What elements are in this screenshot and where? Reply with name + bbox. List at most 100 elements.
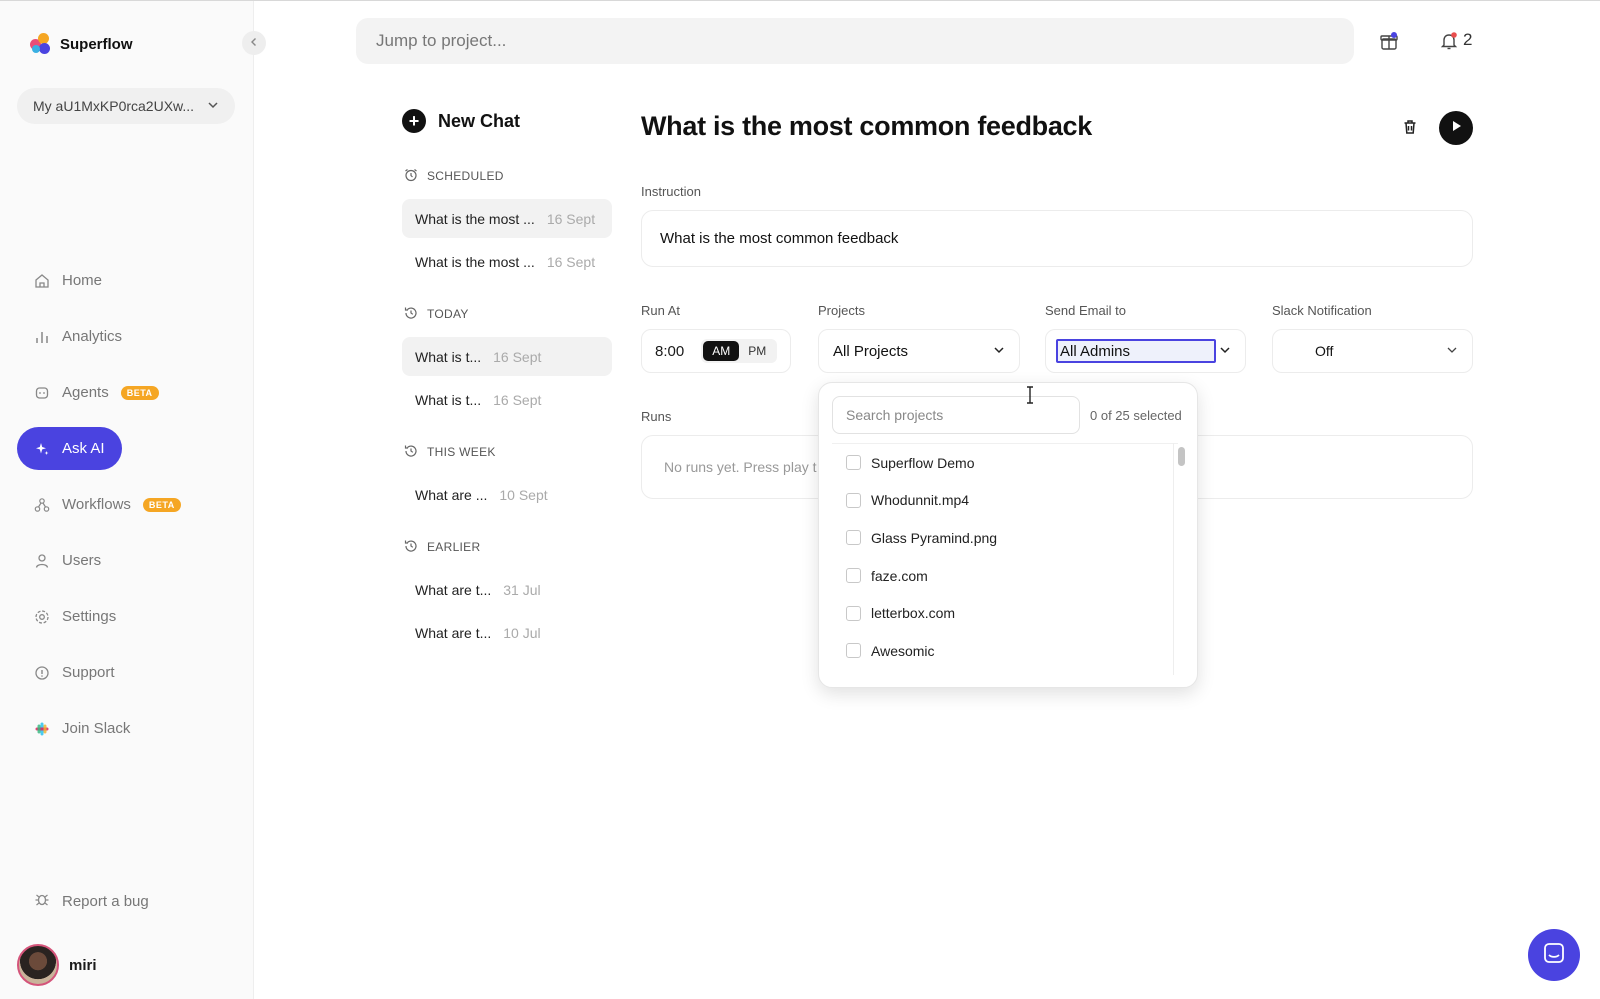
sparkle-icon [34,441,50,457]
user-profile[interactable]: miri [17,944,97,986]
history-icon [404,444,418,461]
project-option[interactable]: faze.com [832,557,1178,595]
email-select[interactable]: All Admins [1045,329,1246,373]
sidebar-item-analytics[interactable]: Analytics [17,315,237,358]
superflow-logo-icon [30,33,52,55]
chat-title: What are t... [415,624,492,641]
slack-notification-select[interactable]: Off [1272,329,1473,373]
project-option-label: Glass Pyramind.png [871,529,998,546]
sidebar-item-label: Users [62,552,102,569]
project-option-label: letterbox.com [871,605,956,622]
sidebar-item-label: Settings [62,608,117,625]
sidebar-item-join-slack[interactable]: Join Slack [17,707,237,750]
sidebar-item-ask-ai[interactable]: Ask AI [17,427,122,470]
checkbox[interactable] [846,643,861,659]
sidebar-item-workflows[interactable]: Workflows BETA [17,483,237,526]
projects-select[interactable]: All Projects [818,329,1020,373]
run-at-field[interactable]: 8:00 AM PM [641,329,791,373]
section-title: EARLIER [427,540,481,554]
chat-date: 10 Jul [503,624,541,641]
run-button[interactable] [1439,111,1473,145]
chat-date: 16 Sept [493,391,542,408]
project-option[interactable]: Awesomic [832,632,1178,670]
chat-item[interactable]: What are t... 31 Jul [402,570,612,609]
bell-icon[interactable] [1439,31,1459,51]
chat-date: 16 Sept [546,253,596,270]
sidebar-item-agents[interactable]: Agents BETA [17,371,237,414]
new-chat-button[interactable]: + New Chat [402,109,612,133]
section-scheduled: SCHEDULED [404,165,612,187]
beta-badge: BETA [142,497,181,512]
user-icon [34,553,50,569]
projects-value: All Projects [833,342,909,360]
chat-item[interactable]: What is the most ... 16 Sept [402,242,612,281]
chat-title: What are t... [415,581,492,598]
project-option[interactable]: letterbox.com [832,594,1178,632]
support-chat-button[interactable] [1528,929,1580,981]
checkbox[interactable] [846,455,861,471]
scrollbar-thumb[interactable] [1178,447,1185,466]
dropdown-scrollbar[interactable] [1173,443,1189,675]
section-today: TODAY [404,303,612,325]
chat-history-panel: + New Chat SCHEDULED What is the most ..… [402,109,612,652]
report-bug-link[interactable]: Report a bug [34,891,149,911]
user-name: miri [69,956,97,974]
run-at-label: Run At [641,303,681,318]
project-option[interactable]: Glass Pyramind.png [832,519,1178,557]
search-projects-input[interactable]: Search projects [832,396,1080,434]
workspace-name: My aU1MxKP0rca2UXw... [33,98,195,114]
email-recipient-input[interactable]: All Admins [1056,339,1216,363]
sidebar-nav: Home Analytics Agents BETA Ask AI Workfl… [17,259,237,763]
workspace-selector[interactable]: My aU1MxKP0rca2UXw... [17,88,235,124]
new-chat-label: New Chat [438,110,521,131]
chevron-down-icon [207,98,219,114]
sidebar-item-home[interactable]: Home [17,259,237,302]
chat-item[interactable]: What are ... 10 Sept [402,475,612,514]
chat-item[interactable]: What are t... 10 Jul [402,613,612,652]
checkbox[interactable] [846,492,861,508]
instruction-value: What is the most common feedback [660,230,899,247]
checkbox[interactable] [846,568,861,584]
project-search-input[interactable]: Jump to project... [356,18,1354,64]
workflow-icon [34,497,50,513]
chat-date: 16 Sept [546,210,596,227]
pm-option[interactable]: PM [739,341,775,361]
runs-empty-text: No runs yet. Press play t [664,459,817,475]
project-option-label: Awesomic [871,642,935,659]
sidebar-item-label: Ask AI [62,440,105,457]
chat-title: What is the most ... [415,210,535,227]
slack-notification-label: Slack Notification [1272,303,1372,318]
chat-icon [1542,941,1566,970]
project-option[interactable]: Superflow Demo [832,444,1178,482]
notification-count: 2 [1463,30,1473,49]
alarm-clock-icon [404,168,418,185]
project-options-list: Superflow Demo Whodunnit.mp4 Glass Pyram… [832,443,1178,675]
checkbox[interactable] [846,605,861,621]
sidebar-item-settings[interactable]: Settings [17,595,237,638]
chat-item[interactable]: What is the most ... 16 Sept [402,199,612,238]
sidebar-item-label: Analytics [62,328,123,345]
chevron-down-icon [993,343,1005,360]
am-pm-toggle: AM PM [701,339,778,363]
gift-icon[interactable] [1379,31,1399,51]
collapse-sidebar-button[interactable] [242,31,266,55]
sidebar-item-label: Support [62,664,115,681]
delete-button[interactable] [1400,117,1420,137]
chat-item[interactable]: What is t... 16 Sept [402,337,612,376]
report-bug-label: Report a bug [62,892,149,910]
run-at-time[interactable]: 8:00 [655,343,684,360]
project-option-label: faze.com [871,567,928,584]
section-title: SCHEDULED [427,169,504,183]
am-option[interactable]: AM [703,341,740,361]
history-icon [404,306,418,323]
avatar [17,944,59,986]
chat-item[interactable]: What is t... 16 Sept [402,380,612,419]
project-option[interactable]: Whodunnit.mp4 [832,482,1178,520]
instruction-field[interactable]: What is the most common feedback [641,210,1473,267]
sidebar-item-users[interactable]: Users [17,539,237,582]
sidebar-item-support[interactable]: Support [17,651,237,694]
bar-chart-icon [34,329,50,345]
checkbox[interactable] [846,530,861,546]
search-projects-placeholder: Search projects [846,407,944,423]
app-logo[interactable]: Superflow [30,33,133,55]
